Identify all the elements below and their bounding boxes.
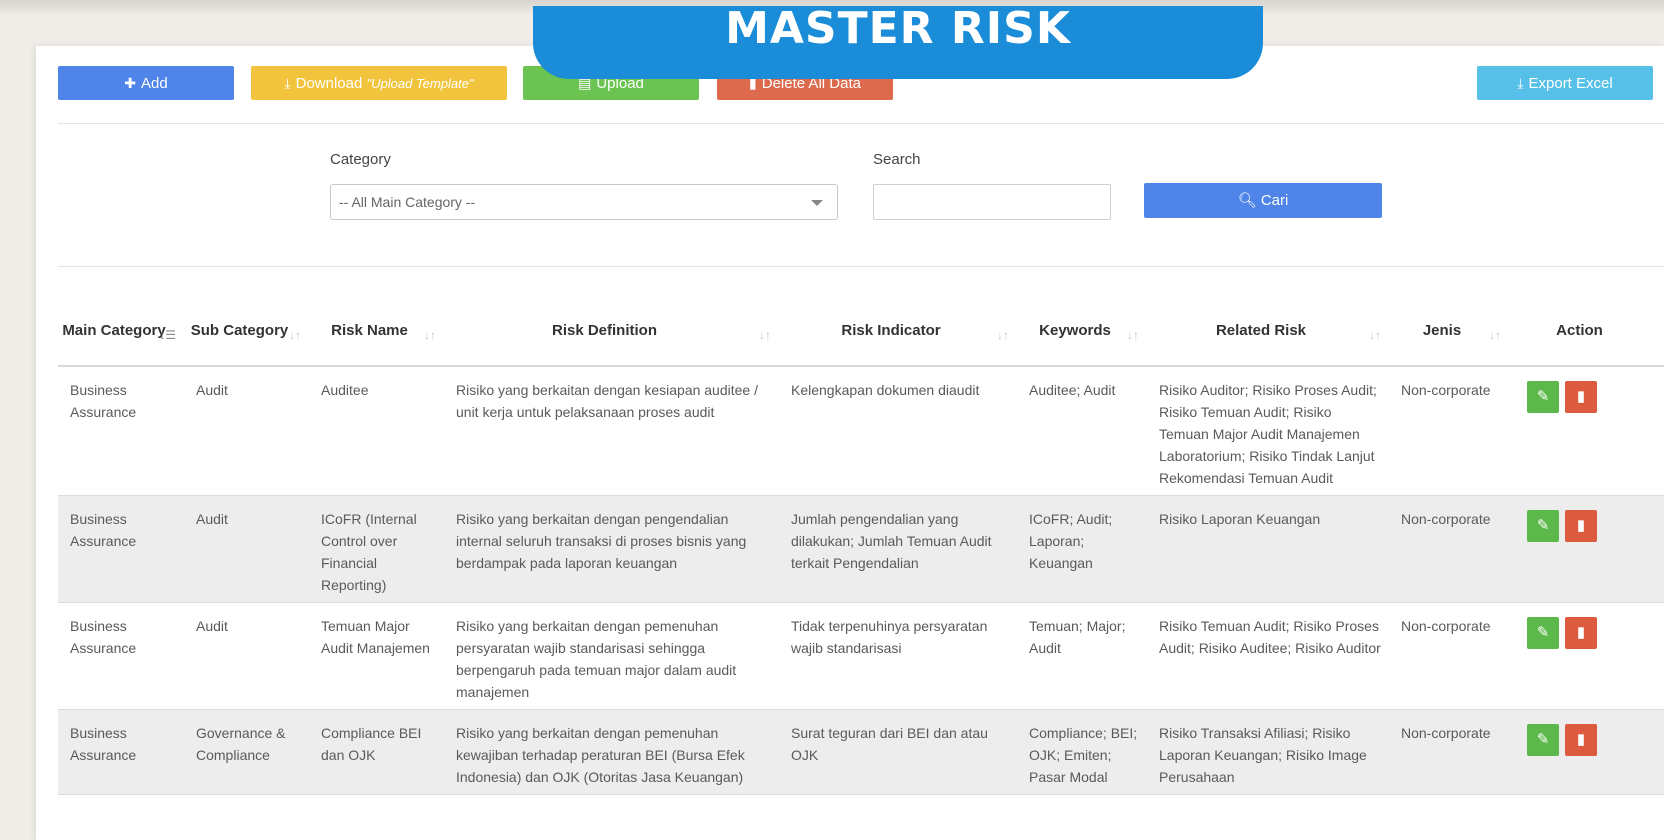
trash-icon: ▮ (1576, 624, 1586, 641)
edit-button[interactable]: ✎ (1527, 381, 1559, 413)
page-background: MASTER RISK ✚ Add ⤓ Download "Upload Templ… (0, 0, 1664, 840)
sort-icon: ↓☰ (159, 328, 176, 342)
add-button-label: Add (141, 75, 168, 92)
delete-button[interactable]: ▮ (1565, 510, 1597, 542)
risk-table: Main Category ↓☰ Sub Category ↓↑ Risk Name… (58, 296, 1664, 795)
edit-button[interactable]: ✎ (1527, 617, 1559, 649)
pencil-icon: ✎ (1536, 731, 1550, 748)
export-excel-button[interactable]: ⤓ Export Excel (1477, 66, 1653, 100)
cell-action: ✎ ▮ (1509, 495, 1664, 603)
divider (58, 123, 1664, 124)
cell-related-risk: Risiko Laporan Keuangan (1147, 495, 1389, 603)
column-header[interactable]: Risk Name ↓↑ (309, 296, 444, 367)
cell-main-category: Business Assurance (58, 709, 184, 795)
cell-risk-indicator: Tidak terpenuhinya persyaratan wajib sta… (779, 602, 1017, 710)
trash-icon: ▮ (1576, 731, 1586, 748)
download-icon: ⤓ (284, 75, 291, 91)
cell-sub-category: Audit (184, 602, 309, 710)
export-button-label: Export Excel (1528, 75, 1613, 92)
cell-risk-definition: Risiko yang berkaitan dengan pemenuhan k… (444, 709, 779, 795)
cell-risk-name: Compliance BEI dan OJK (309, 709, 444, 795)
cell-jenis: Non-corporate (1389, 366, 1509, 496)
search-button[interactable]: 🔍︎ Cari (1144, 183, 1382, 218)
cell-risk-name: Temuan Major Audit Manajemen (309, 602, 444, 710)
table-header-row: Main Category ↓☰ Sub Category ↓↑ Risk Name… (58, 296, 1664, 367)
cell-risk-indicator: Kelengkapan dokumen diaudit (779, 366, 1017, 496)
cell-sub-category: Audit (184, 495, 309, 603)
sort-icon: ↓↑ (997, 328, 1009, 342)
sort-icon: ↓↑ (424, 328, 436, 342)
delete-button[interactable]: ▮ (1565, 724, 1597, 756)
add-button[interactable]: ✚ Add (58, 66, 234, 100)
column-header[interactable]: Related Risk ↓↑ (1147, 296, 1389, 367)
cell-action: ✎ ▮ (1509, 709, 1664, 795)
cell-action: ✎ ▮ (1509, 602, 1664, 710)
page-title: MASTER RISK (725, 6, 1071, 54)
download-button-emphasis: "Upload Template" (366, 76, 474, 91)
cell-risk-definition: Risiko yang berkaitan dengan pengendalia… (444, 495, 779, 603)
cell-keywords: Auditee; Audit (1017, 366, 1147, 496)
cell-main-category: Business Assurance (58, 602, 184, 710)
download-template-button[interactable]: ⤓ Download "Upload Template" (251, 66, 507, 100)
pencil-icon: ✎ (1536, 388, 1550, 405)
delete-button[interactable]: ▮ (1565, 617, 1597, 649)
category-label: Category (330, 151, 391, 168)
table-row: Business Assurance Audit Temuan Major Au… (58, 602, 1664, 710)
cell-keywords: Temuan; Major; Audit (1017, 602, 1147, 710)
divider (58, 266, 1664, 267)
cell-risk-name: Auditee (309, 366, 444, 496)
cell-jenis: Non-corporate (1389, 709, 1509, 795)
column-header[interactable]: Keywords ↓↑ (1017, 296, 1147, 367)
chevron-down-icon (811, 200, 823, 206)
column-header[interactable]: Main Category ↓☰ (58, 296, 184, 367)
cell-risk-indicator: Surat teguran dari BEI dan atau OJK (779, 709, 1017, 795)
sort-icon: ↓↑ (1127, 328, 1139, 342)
delete-button[interactable]: ▮ (1565, 381, 1597, 413)
sort-icon: ↓↑ (1489, 328, 1501, 342)
cell-risk-definition: Risiko yang berkaitan dengan pemenuhan p… (444, 602, 779, 710)
edit-button[interactable]: ✎ (1527, 510, 1559, 542)
cell-jenis: Non-corporate (1389, 495, 1509, 603)
cell-main-category: Business Assurance (58, 495, 184, 603)
cell-risk-name: ICoFR (Internal Control over Financial R… (309, 495, 444, 603)
table-row: Business Assurance Audit ICoFR (Internal… (58, 495, 1664, 603)
sort-icon: ↓↑ (1369, 328, 1381, 342)
search-input[interactable] (873, 184, 1111, 220)
cell-related-risk: Risiko Auditor; Risiko Proses Audit; Ris… (1147, 366, 1389, 496)
cell-risk-definition: Risiko yang berkaitan dengan kesiapan au… (444, 366, 779, 496)
plus-icon: ✚ (124, 75, 137, 91)
cell-jenis: Non-corporate (1389, 602, 1509, 710)
cell-risk-indicator: Jumlah pengendalian yang dilakukan; Juml… (779, 495, 1017, 603)
edit-button[interactable]: ✎ (1527, 724, 1559, 756)
table-row: Business Assurance Governance & Complian… (58, 709, 1664, 795)
column-header: Action (1509, 296, 1664, 367)
cell-keywords: Compliance; BEI; OJK; Emiten; Pasar Moda… (1017, 709, 1147, 795)
pencil-icon: ✎ (1536, 624, 1550, 641)
column-header[interactable]: Risk Definition ↓↑ (444, 296, 779, 367)
sort-icon: ↓↑ (289, 328, 301, 342)
column-header[interactable]: Jenis ↓↑ (1389, 296, 1509, 367)
category-select[interactable]: -- All Main Category -- (330, 184, 838, 220)
table-row: Business Assurance Audit Auditee Risiko … (58, 366, 1664, 496)
cell-action: ✎ ▮ (1509, 366, 1664, 496)
column-header[interactable]: Risk Indicator ↓↑ (779, 296, 1017, 367)
cell-related-risk: Risiko Transaksi Afiliasi; Risiko Lapora… (1147, 709, 1389, 795)
pencil-icon: ✎ (1536, 517, 1550, 534)
download-icon: ⤓ (1517, 75, 1524, 91)
cell-related-risk: Risiko Temuan Audit; Risiko Proses Audit… (1147, 602, 1389, 710)
search-icon: 🔍︎ (1237, 192, 1257, 209)
search-label: Search (873, 151, 921, 168)
cell-keywords: ICoFR; Audit; Laporan; Keuangan (1017, 495, 1147, 603)
page-title-tab: MASTER RISK (533, 6, 1263, 79)
cell-main-category: Business Assurance (58, 366, 184, 496)
trash-icon: ▮ (1576, 517, 1586, 534)
trash-icon: ▮ (1576, 388, 1586, 405)
sort-icon: ↓↑ (759, 328, 771, 342)
category-select-value: -- All Main Category -- (339, 194, 476, 210)
column-header[interactable]: Sub Category ↓↑ (184, 296, 309, 367)
cell-sub-category: Audit (184, 366, 309, 496)
search-button-label: Cari (1260, 192, 1289, 209)
download-button-label: Download (295, 75, 367, 92)
cell-sub-category: Governance & Compliance (184, 709, 309, 795)
